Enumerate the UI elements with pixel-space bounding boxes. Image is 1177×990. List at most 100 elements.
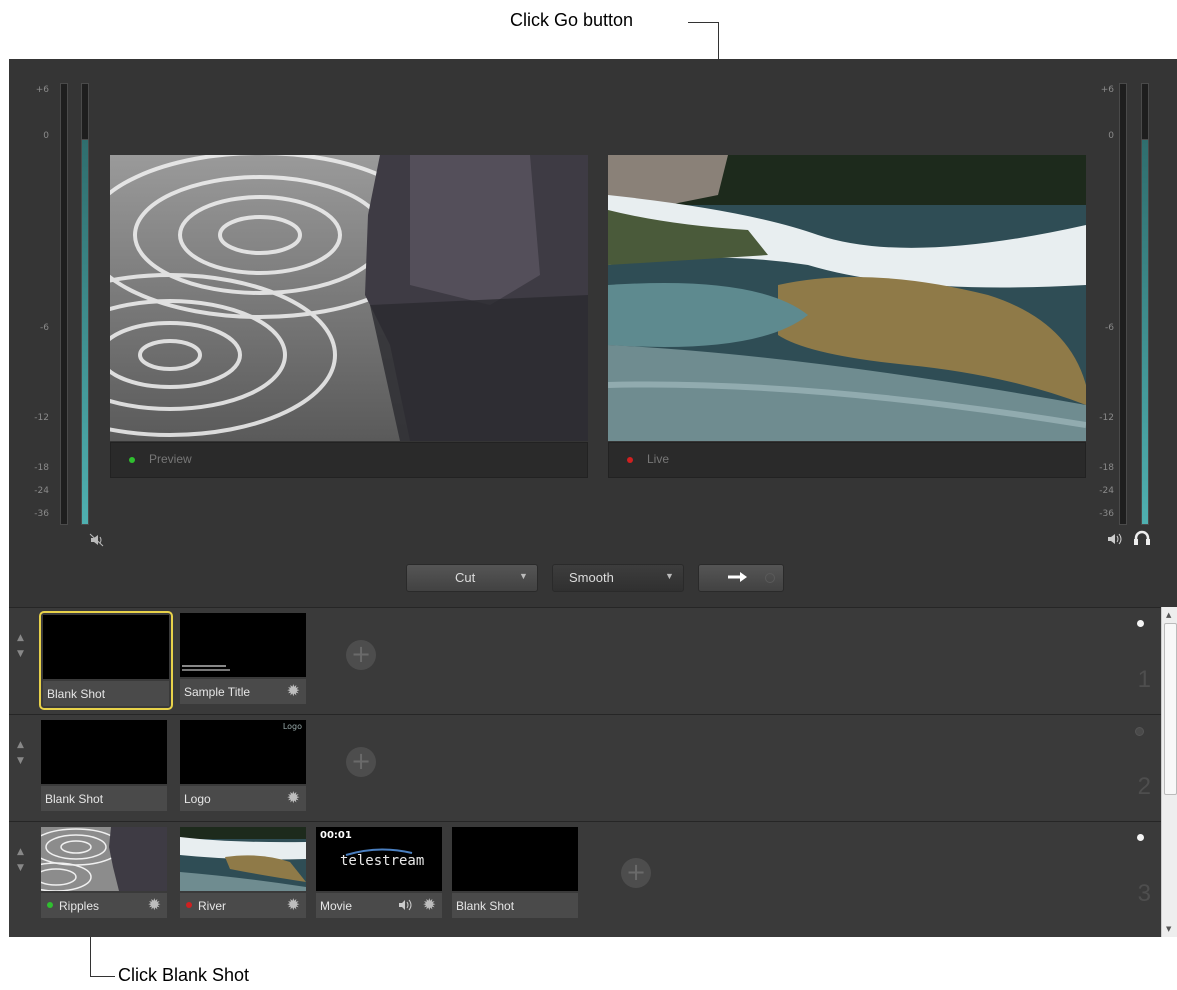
chevron-down-icon[interactable]: ▼ [17,753,29,769]
preview-monitor[interactable] [110,155,588,441]
layer-row-2: ▲ ▼ Blank Shot Logo Logo ✹ + 2 [9,714,1161,821]
chevron-down-icon: ▼ [665,571,674,581]
shot-name: River [198,899,227,913]
speaker-muted-icon[interactable] [89,533,105,551]
logo-thumb-text: Logo [282,722,302,731]
shot-caption: Sample Title ✹ [180,679,306,704]
chevron-down-icon[interactable]: ▼ [1166,925,1171,933]
shot-blank-shot[interactable]: Blank Shot [39,611,173,710]
monitor-area: +6 0 -6 -12 -18 -24 -36 Preview Live +6 … [9,59,1177,607]
left-audio-meter-level[interactable] [81,139,89,525]
layer-number: 3 [1137,880,1151,907]
callout-go-button: Click Go button [510,10,634,30]
preview-status-bar: Preview [110,442,588,478]
shot-name: Sample Title [184,685,251,699]
shot-name: Blank Shot [47,687,106,701]
chevron-up-icon[interactable]: ▲ [17,844,29,860]
go-button[interactable] [698,564,784,592]
chevron-up-icon[interactable]: ▲ [1166,611,1171,619]
shot-caption: Blank Shot [452,893,578,918]
shot-name: Blank Shot [456,899,515,913]
shot-river[interactable]: River ✹ [178,825,308,920]
scale-tick: -36 [1099,509,1114,519]
layer-number: 2 [1137,773,1151,800]
left-audio-meter-track [60,83,68,525]
scale-tick: -24 [1099,486,1114,496]
go-button-dropdown-icon [765,573,775,583]
callout-line-go-h [688,22,719,23]
chevron-down-icon[interactable]: ▼ [17,860,29,876]
speaker-icon[interactable] [398,899,414,914]
right-meter-scale: +6 0 -6 -12 -18 -24 -36 [1092,83,1114,523]
scale-tick: +6 [35,85,49,95]
title-lines-graphic [182,669,230,671]
layer-reorder-arrows[interactable]: ▲ ▼ [17,844,29,876]
layer-live-indicator[interactable] [1137,620,1144,627]
shot-thumbnail [43,615,169,679]
shot-movie[interactable]: 00:01 telestream Movie ✹ [314,825,444,920]
gear-icon[interactable]: ✹ [148,895,161,915]
gear-icon[interactable]: ✹ [287,681,300,701]
headphones-icon[interactable] [1133,529,1151,549]
gear-icon[interactable]: ✹ [423,895,436,915]
shot-thumbnail [41,827,167,891]
transition-type-label: Cut [455,570,476,585]
shot-caption: River ✹ [180,893,306,918]
right-audio-meter-level[interactable] [1141,139,1149,525]
shot-name: Movie [320,899,353,913]
scale-tick: 0 [43,131,49,141]
live-status-bar: Live [608,442,1086,478]
live-monitor[interactable] [608,155,1086,441]
shot-ripples[interactable]: Ripples ✹ [39,825,169,920]
layer-live-indicator[interactable] [1137,834,1144,841]
scale-tick: -36 [34,509,49,519]
gear-icon[interactable]: ✹ [287,895,300,915]
scale-tick: -12 [1099,413,1114,423]
scale-tick: -6 [1105,323,1114,333]
live-status-dot [627,457,633,463]
shot-thumbnail [180,827,306,891]
shot-thumbnail [452,827,578,891]
callout-blank-shot: Click Blank Shot [118,965,250,985]
arrow-right-icon [727,570,749,587]
layer-row-3: ▲ ▼ Ripples ✹ River ✹ 00:01 telestream M… [9,821,1161,937]
left-meter-scale: +6 0 -6 -12 -18 -24 -36 [27,83,49,523]
layer-reorder-arrows[interactable]: ▲ ▼ [17,630,29,662]
speaker-icon[interactable] [1106,531,1124,550]
layer-reorder-arrows[interactable]: ▲ ▼ [17,737,29,769]
shot-caption: Ripples ✹ [41,893,167,918]
transition-speed-label: Smooth [569,570,614,585]
scale-tick: -18 [34,463,49,473]
scale-tick: -12 [34,413,49,423]
shot-caption: Blank Shot [41,786,167,811]
chevron-up-icon[interactable]: ▲ [17,630,29,646]
studio-window: +6 0 -6 -12 -18 -24 -36 Preview Live +6 … [9,59,1177,937]
shot-blank-shot[interactable]: Blank Shot [39,718,169,813]
callout-line-blank-h [90,976,115,977]
gear-icon[interactable]: ✹ [287,788,300,808]
shot-logo[interactable]: Logo Logo ✹ [178,718,308,813]
scale-tick: -18 [1099,463,1114,473]
layers-scrollbar[interactable]: ▲ ▼ [1161,607,1177,937]
scrollbar-thumb[interactable] [1164,623,1177,795]
add-shot-button[interactable]: + [621,858,651,888]
shot-name: Logo [184,792,211,806]
chevron-up-icon[interactable]: ▲ [17,737,29,753]
scale-tick: 0 [1108,131,1114,141]
chevron-down-icon: ▼ [519,571,528,581]
transition-speed-dropdown[interactable]: Smooth ▼ [552,564,684,592]
shot-sample-title[interactable]: Sample Title ✹ [178,611,308,706]
layer-live-indicator[interactable] [1135,727,1144,736]
shot-status-dot [186,902,192,908]
shot-thumbnail: Logo [180,720,306,784]
transition-type-dropdown[interactable]: Cut ▼ [406,564,538,592]
shot-blank-shot[interactable]: Blank Shot [450,825,580,920]
movie-timecode: 00:01 [320,830,352,841]
shot-caption: Logo ✹ [180,786,306,811]
scale-tick: -24 [34,486,49,496]
chevron-down-icon[interactable]: ▼ [17,646,29,662]
shot-thumbnail [41,720,167,784]
add-shot-button[interactable]: + [346,640,376,670]
layer-number: 1 [1137,666,1151,693]
add-shot-button[interactable]: + [346,747,376,777]
